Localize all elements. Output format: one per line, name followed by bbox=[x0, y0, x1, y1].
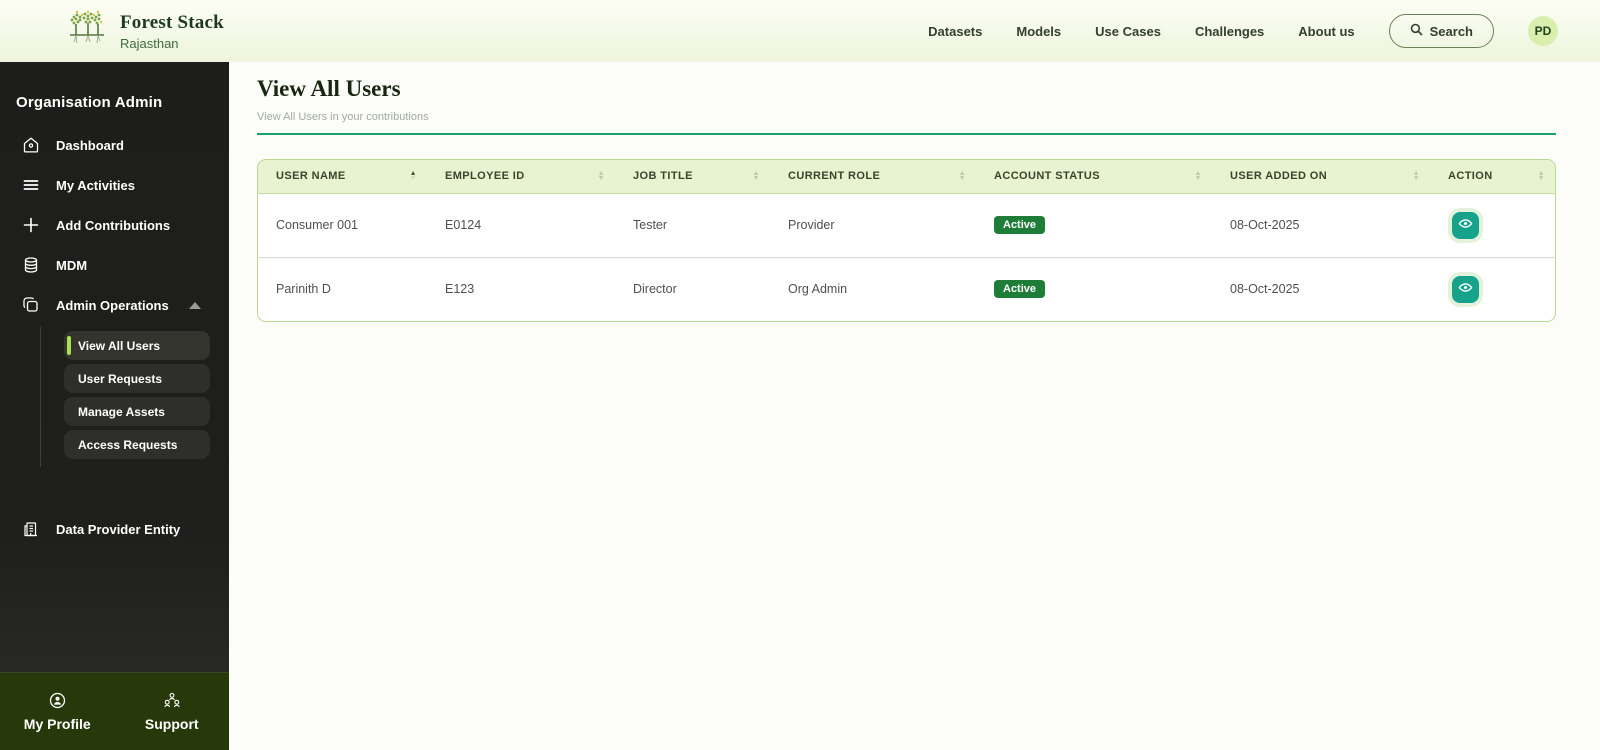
sidebar-title: Organisation Admin bbox=[16, 94, 163, 111]
support-label: Support bbox=[144, 715, 199, 732]
sidebar-item-label: Dashboard bbox=[56, 137, 124, 153]
cell-user-name: Consumer 001 bbox=[258, 193, 427, 257]
sort-icon[interactable]: ▲ ▼ bbox=[1413, 170, 1420, 182]
cell-current-role: Provider bbox=[770, 193, 976, 257]
cell-employee-id: E123 bbox=[427, 256, 615, 321]
subnav-item-label: Manage Assets bbox=[78, 404, 165, 419]
subnav-item-manage-assets[interactable]: Manage Assets bbox=[64, 397, 210, 426]
subnav-item-label: User Requests bbox=[78, 371, 163, 386]
sidebar-item-data-provider-entity[interactable]: Data Provider Entity bbox=[0, 509, 229, 549]
page-title: View All Users bbox=[257, 76, 401, 101]
sidebar-bottom-bar: My Profile Support bbox=[0, 672, 229, 750]
top-navigation: Datasets Models Use Cases Challenges Abo… bbox=[928, 14, 1558, 48]
support-button[interactable]: Support bbox=[115, 692, 230, 732]
building-icon bbox=[22, 520, 40, 538]
cell-user-name: Parinith D bbox=[258, 256, 427, 321]
profile-icon bbox=[49, 692, 66, 712]
home-icon bbox=[22, 136, 40, 154]
search-button[interactable]: Search bbox=[1388, 14, 1494, 48]
column-header-job-title[interactable]: JOB TITLE ▲ ▼ bbox=[615, 160, 770, 194]
table-row: Parinith D E123 Director Org Admin Activ… bbox=[258, 256, 1555, 321]
plus-icon bbox=[22, 216, 40, 234]
subnav-item-view-all-users[interactable]: View All Users bbox=[64, 331, 210, 360]
layers-icon bbox=[22, 296, 40, 314]
cell-job-title: Director bbox=[615, 256, 770, 321]
top-header: Forest Stack Rajasthan Datasets Models U… bbox=[0, 0, 1600, 62]
user-avatar[interactable]: PD bbox=[1528, 16, 1558, 46]
main-content: View All Users View All Users in your co… bbox=[229, 62, 1600, 750]
view-user-button[interactable] bbox=[1452, 211, 1479, 239]
nav-challenges[interactable]: Challenges bbox=[1195, 24, 1264, 39]
view-user-button[interactable] bbox=[1452, 275, 1479, 303]
users-table: USER NAME ▲▼ EMPLOYEE ID ▲▼ JOB TITLE bbox=[257, 159, 1556, 322]
chevron-up-icon[interactable] bbox=[189, 301, 201, 309]
sidebar-item-mdm[interactable]: MDM bbox=[0, 245, 229, 285]
cell-employee-id: E0124 bbox=[427, 193, 615, 257]
nav-use-cases[interactable]: Use Cases bbox=[1095, 24, 1161, 39]
search-button-label: Search bbox=[1429, 23, 1473, 39]
sidebar-item-my-activities[interactable]: My Activities bbox=[0, 165, 229, 205]
forest-stack-logo-icon bbox=[64, 7, 108, 56]
subnav-item-access-requests[interactable]: Access Requests bbox=[64, 430, 210, 459]
sort-icon[interactable]: ▲ ▼ bbox=[753, 170, 760, 182]
sidebar-item-label: My Activities bbox=[56, 177, 135, 193]
my-profile-button[interactable]: My Profile bbox=[0, 692, 115, 732]
table-row: Consumer 001 E0124 Tester Provider Activ… bbox=[258, 193, 1555, 257]
subnav-item-user-requests[interactable]: User Requests bbox=[64, 364, 210, 393]
cell-user-added-on: 08-Oct-2025 bbox=[1212, 256, 1430, 321]
sidebar-item-add-contributions[interactable]: Add Contributions bbox=[0, 205, 229, 245]
eye-icon bbox=[1458, 216, 1473, 234]
sort-icon[interactable]: ▲ ▼ bbox=[1538, 170, 1545, 182]
brand: Forest Stack Rajasthan bbox=[64, 7, 224, 56]
column-header-current-role[interactable]: CURRENT ROLE ▲ ▼ bbox=[770, 160, 976, 194]
subnav-item-label: Access Requests bbox=[78, 437, 178, 452]
sort-icon[interactable]: ▲ ▼ bbox=[598, 170, 605, 182]
my-profile-label: My Profile bbox=[23, 715, 91, 732]
status-badge: Active bbox=[994, 216, 1046, 234]
brand-text: Forest Stack Rajasthan bbox=[120, 12, 224, 51]
column-header-user-added-on[interactable]: USER ADDED ON ▲ ▼ bbox=[1212, 160, 1430, 194]
status-badge: Active bbox=[994, 280, 1046, 298]
list-icon bbox=[22, 176, 40, 194]
sidebar-item-label: Data Provider Entity bbox=[56, 521, 181, 537]
support-group-icon bbox=[163, 692, 181, 712]
sort-icon[interactable]: ▲ ▼ bbox=[1195, 170, 1202, 182]
sidebar-item-admin-operations[interactable]: Admin Operations bbox=[0, 285, 229, 325]
search-icon bbox=[1410, 23, 1423, 39]
column-header-action[interactable]: ACTION ▲ ▼ bbox=[1430, 160, 1555, 194]
database-icon bbox=[22, 256, 40, 274]
cell-current-role: Org Admin bbox=[770, 256, 976, 321]
page-subtitle: View All Users in your contributions bbox=[257, 111, 429, 123]
eye-icon bbox=[1458, 280, 1473, 298]
subnav-item-label: View All Users bbox=[78, 338, 161, 353]
admin-operations-subnav: View All Users User Requests Manage Asse… bbox=[40, 327, 210, 467]
sort-icon[interactable]: ▲ ▼ bbox=[410, 170, 417, 182]
cell-user-added-on: 08-Oct-2025 bbox=[1212, 193, 1430, 257]
sort-icon[interactable]: ▲ ▼ bbox=[959, 170, 966, 182]
green-divider bbox=[257, 133, 1556, 135]
nav-models[interactable]: Models bbox=[1016, 24, 1061, 39]
sidebar-item-label: Add Contributions bbox=[56, 217, 171, 233]
nav-about-us[interactable]: About us bbox=[1298, 24, 1354, 39]
table-header-row: USER NAME ▲▼ EMPLOYEE ID ▲▼ JOB TITLE bbox=[258, 160, 1555, 194]
sidebar-item-label: Admin Operations bbox=[56, 297, 169, 313]
cell-job-title: Tester bbox=[615, 193, 770, 257]
sidebar-item-label: MDM bbox=[56, 257, 88, 273]
column-header-employee-id[interactable]: EMPLOYEE ID ▲ ▼ bbox=[427, 160, 615, 194]
sidebar-item-dashboard[interactable]: Dashboard bbox=[0, 125, 229, 165]
nav-datasets[interactable]: Datasets bbox=[928, 24, 982, 39]
column-header-user-name[interactable]: USER NAME ▲ ▼ bbox=[258, 160, 427, 194]
brand-subtitle: Rajasthan bbox=[120, 35, 179, 51]
brand-title: Forest Stack bbox=[120, 11, 224, 33]
column-header-account-status[interactable]: ACCOUNT STATUS ▲ ▼ bbox=[976, 160, 1212, 194]
sidebar: Organisation Admin Dashboard My Activiti… bbox=[0, 62, 229, 750]
